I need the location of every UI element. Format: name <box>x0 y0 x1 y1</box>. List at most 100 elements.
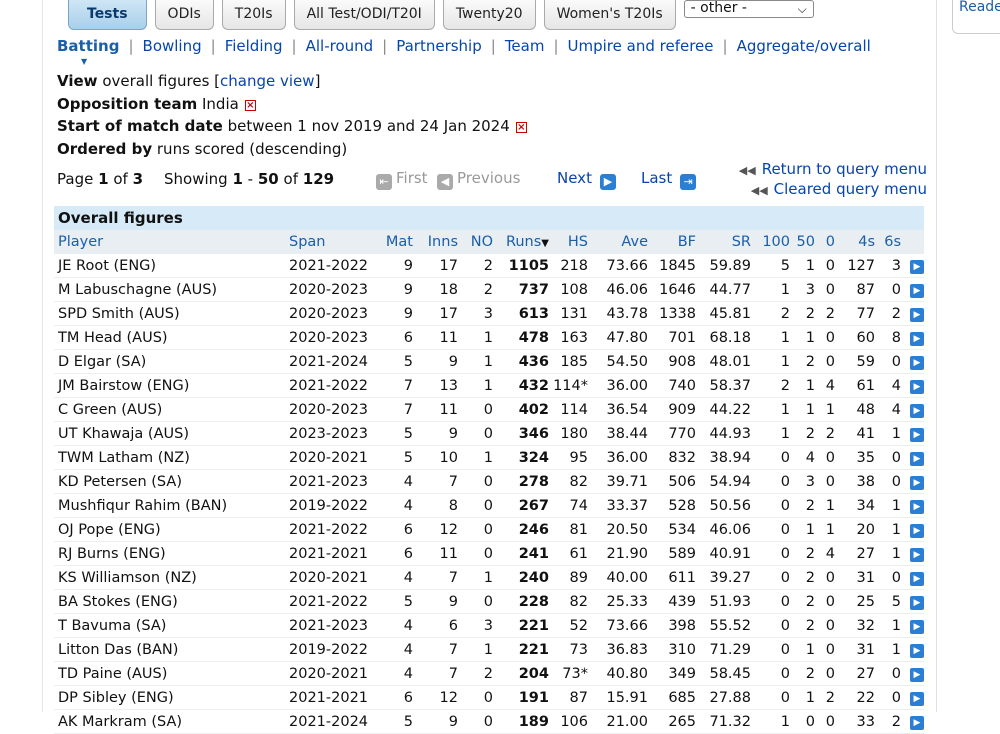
row-details-icon[interactable]: ▶ <box>910 308 924 322</box>
subnav-fielding[interactable]: Fielding <box>225 37 283 55</box>
column-header-6s[interactable]: 6s <box>875 230 901 254</box>
subnav-aggregate[interactable]: Aggregate/overall <box>737 37 871 55</box>
column-header-mat[interactable]: Mat <box>379 230 413 254</box>
cell-inns: 10 <box>413 445 458 470</box>
row-details-icon[interactable]: ▶ <box>910 692 924 706</box>
subnav-team[interactable]: Team <box>505 37 545 55</box>
cell-0: 2 <box>815 421 835 446</box>
column-header-ave[interactable]: Ave <box>588 230 648 254</box>
cell-ave: 40.80 <box>588 661 648 686</box>
cell-50: 2 <box>790 541 815 566</box>
cell-ave: 47.80 <box>588 325 648 350</box>
row-details-icon[interactable]: ▶ <box>910 524 924 538</box>
table-row: SPD Smith (AUS) 2020-2023 9 17 3 613 131 43.78 1… <box>54 301 924 326</box>
last-page-icon: ⇥ <box>680 174 697 190</box>
column-header-50[interactable]: 50 <box>790 230 815 254</box>
cell-hs: 185 <box>549 349 588 374</box>
row-details-icon[interactable]: ▶ <box>910 452 924 466</box>
column-header-0[interactable]: 0 <box>815 230 835 254</box>
row-details-icon[interactable]: ▶ <box>910 500 924 514</box>
cell-no: 1 <box>458 637 493 662</box>
row-details-icon[interactable]: ▶ <box>910 572 924 586</box>
subnav-partnership[interactable]: Partnership <box>396 37 482 55</box>
reader-button[interactable]: Reader <box>952 0 1000 34</box>
table-row: Litton Das (BAN) 2019-2022 4 7 1 221 73 36.83 31… <box>54 637 924 662</box>
cell-player: TWM Latham (NZ) <box>54 445 289 470</box>
row-details-icon[interactable]: ▶ <box>910 548 924 562</box>
row-action: ▶ <box>901 277 924 302</box>
cell-runs: 613 <box>493 301 549 326</box>
cell-4s: 20 <box>835 517 875 542</box>
cell-no: 1 <box>458 445 493 470</box>
column-header-inns[interactable]: Inns <box>413 230 458 254</box>
row-details-icon[interactable]: ▶ <box>910 716 924 730</box>
cell-0: 0 <box>815 661 835 686</box>
row-details-icon[interactable]: ▶ <box>910 620 924 634</box>
tab-all-formats[interactable]: All Test/ODI/T20I <box>293 0 435 30</box>
column-header-runs[interactable]: Runs▼ <box>493 230 549 254</box>
column-header-player[interactable]: Player <box>54 230 289 254</box>
cell-sr: 71.29 <box>696 637 751 662</box>
cell-bf: 439 <box>648 589 696 614</box>
column-header-sr[interactable]: SR <box>696 230 751 254</box>
column-header-4s[interactable]: 4s <box>835 230 875 254</box>
subnav-all-round[interactable]: All-round <box>306 37 374 55</box>
subnav-batting[interactable]: Batting ▼ <box>57 37 119 66</box>
column-header-span[interactable]: Span <box>289 230 379 254</box>
tab-t20is[interactable]: T20Is <box>221 0 286 30</box>
row-details-icon[interactable]: ▶ <box>910 404 924 418</box>
tab-odis[interactable]: ODIs <box>154 0 214 30</box>
tab-twenty20[interactable]: Twenty20 <box>442 0 536 30</box>
cell-player: UT Khawaja (AUS) <box>54 421 289 446</box>
row-details-icon[interactable]: ▶ <box>910 332 924 346</box>
other-format-select[interactable]: - other - ⌵ <box>683 0 814 18</box>
last-page-button[interactable]: Last ⇥ <box>641 169 697 190</box>
row-details-icon[interactable]: ▶ <box>910 428 924 442</box>
next-page-button[interactable]: Next ▶ <box>557 169 616 190</box>
cell-inns: 7 <box>413 637 458 662</box>
column-header-100[interactable]: 100 <box>751 230 790 254</box>
column-header-no[interactable]: NO <box>458 230 493 254</box>
first-label: First <box>396 169 428 187</box>
row-details-icon[interactable]: ▶ <box>910 476 924 490</box>
row-details-icon[interactable]: ▶ <box>910 596 924 610</box>
cell-runs: 436 <box>493 349 549 374</box>
cell-bf: 1338 <box>648 301 696 326</box>
cell-ave: 36.54 <box>588 397 648 422</box>
cell-no: 2 <box>458 277 493 302</box>
row-action: ▶ <box>901 325 924 350</box>
remove-filter-icon[interactable]: × <box>515 122 527 133</box>
subnav-umpire-referee[interactable]: Umpire and referee <box>568 37 714 55</box>
cell-span: 2021-2021 <box>289 541 379 566</box>
row-details-icon[interactable]: ▶ <box>910 356 924 370</box>
separator: | <box>382 37 388 55</box>
column-header-bf[interactable]: BF <box>648 230 696 254</box>
cell-ave: 39.71 <box>588 469 648 494</box>
bracket: ] <box>314 72 321 90</box>
cell-player: JE Root (ENG) <box>54 254 289 278</box>
table-row: OJ Pope (ENG) 2021-2022 6 12 0 246 81 20.50 534 4… <box>54 517 924 542</box>
cleared-query-link[interactable]: Cleared query menu <box>774 180 927 198</box>
tab-tests[interactable]: Tests <box>68 0 147 30</box>
subnav-bowling[interactable]: Bowling <box>143 37 202 55</box>
next-label: Next <box>557 169 592 187</box>
cell-mat: 9 <box>379 277 413 302</box>
change-view-link[interactable]: change view <box>220 72 315 90</box>
row-details-icon[interactable]: ▶ <box>910 284 924 298</box>
tab-womens-t20is[interactable]: Women's T20Is <box>543 0 676 30</box>
cell-mat: 6 <box>379 685 413 710</box>
table-caption: Overall figures <box>54 206 924 230</box>
return-query-link[interactable]: Return to query menu <box>762 160 927 178</box>
cell-no: 2 <box>458 254 493 278</box>
remove-filter-icon[interactable]: × <box>244 99 256 111</box>
row-details-icon[interactable]: ▶ <box>910 668 924 682</box>
row-details-icon[interactable]: ▶ <box>910 260 924 274</box>
column-header-hs[interactable]: HS <box>549 230 588 254</box>
cell-0: 2 <box>815 685 835 710</box>
total-pages: 3 <box>132 170 144 188</box>
left-border <box>42 0 43 712</box>
cell-sr: 46.06 <box>696 517 751 542</box>
row-details-icon[interactable]: ▶ <box>910 644 924 658</box>
row-details-icon[interactable]: ▶ <box>910 380 924 394</box>
separator: | <box>291 37 297 55</box>
